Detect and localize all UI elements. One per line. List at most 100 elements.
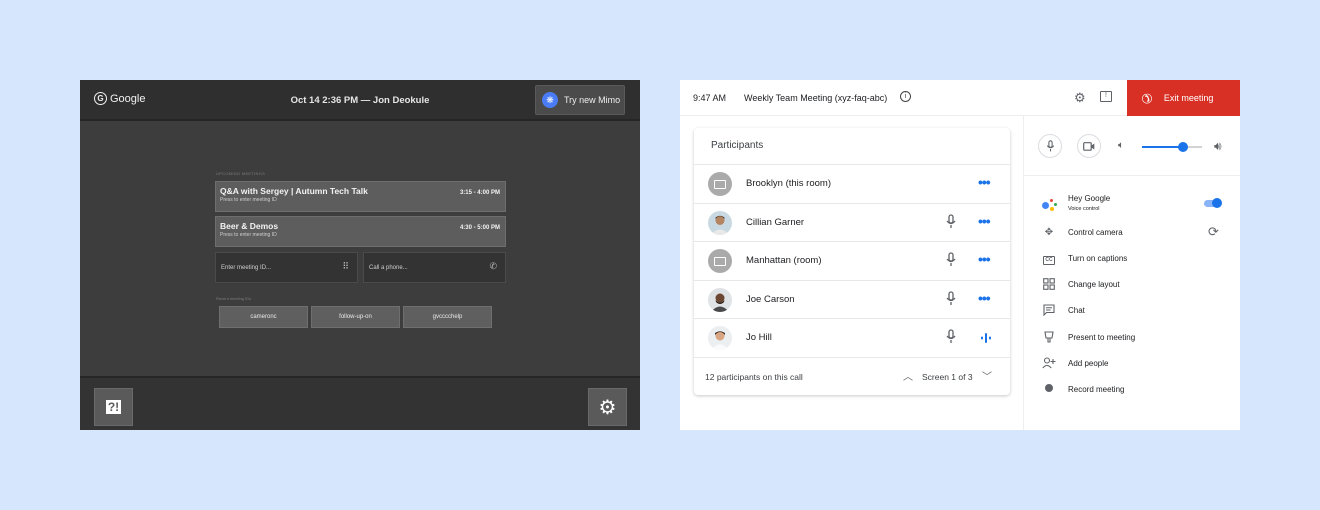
chevron-up-icon[interactable]: ︿ <box>903 368 913 383</box>
captions-item[interactable]: CC Turn on captions <box>1024 247 1240 271</box>
menu-label: Chat <box>1068 306 1085 315</box>
captions-icon: CC <box>1042 252 1056 266</box>
mic-icon[interactable] <box>946 290 956 307</box>
hey-google-item[interactable]: Hey Google Voice control <box>1024 192 1240 216</box>
meeting-card[interactable]: Beer & Demos Press to enter meeting ID 4… <box>215 216 506 247</box>
menu-label: Record meeting <box>1068 385 1125 394</box>
try-mimo-button[interactable]: ❋ Try new Mimo <box>535 85 625 115</box>
recent-id-chip[interactable]: gvcccchelp <box>403 306 492 328</box>
meeting-id-placeholder: Enter meeting ID... <box>221 265 272 271</box>
more-options-icon[interactable]: ••• <box>978 291 991 305</box>
chat-icon <box>1042 304 1056 318</box>
gear-icon[interactable]: ⚙ <box>1074 90 1086 106</box>
add-person-icon <box>1042 357 1056 371</box>
participant-name: Cillian Garner <box>746 216 805 228</box>
meeting-title: Beer & Demos <box>220 221 279 231</box>
meeting-id-input[interactable]: Enter meeting ID... ⠿ <box>215 252 358 283</box>
recent-id-chip[interactable]: follow-up-on <box>311 306 400 328</box>
exit-label: Exit meeting <box>1163 93 1214 103</box>
avatar <box>708 287 732 312</box>
meeting-subtitle: Press to enter meeting ID <box>220 197 277 203</box>
volume-slider[interactable] <box>1142 142 1202 152</box>
recent-ids-label: Recent meeting IDs <box>216 296 252 301</box>
avatar <box>708 326 732 350</box>
present-icon <box>1042 331 1056 345</box>
participants-footer: 12 participants on this call ︿ Screen 1 … <box>694 358 1010 396</box>
participants-title: Participants <box>694 128 1010 165</box>
legacy-meeting-panel: G Google Oct 14 2:36 PM — Jon Deokule ❋ … <box>80 80 640 430</box>
feedback-icon: ?! <box>105 400 122 414</box>
present-item[interactable]: Present to meeting <box>1024 326 1240 350</box>
participant-name: Manhattan (room) <box>746 255 822 266</box>
participants-count: 12 participants on this call <box>705 371 803 382</box>
meeting-time: 4:30 - 5:00 PM <box>459 225 500 231</box>
more-options-icon[interactable]: ••• <box>978 214 991 228</box>
volume-high-icon: 🔊︎ <box>1214 139 1222 153</box>
phone-icon: ✆ <box>489 261 497 271</box>
mimo-label: Try new Mimo <box>564 95 621 105</box>
exit-meeting-button[interactable]: ✆ Exit meeting <box>1127 80 1240 116</box>
participant-row[interactable]: Jo Hill <box>694 319 1010 358</box>
refresh-icon[interactable]: ⟳ <box>1208 224 1219 240</box>
participant-name: Joe Carson <box>746 293 795 305</box>
feedback-icon[interactable]: ! <box>1100 91 1112 102</box>
menu-label: Hey Google <box>1068 194 1111 203</box>
avatar <box>708 210 732 235</box>
meeting-card[interactable]: Q&A with Sergey | Autumn Tech Talk Press… <box>215 181 506 212</box>
mic-icon[interactable] <box>946 213 956 230</box>
record-meeting-item[interactable]: Record meeting <box>1024 378 1240 402</box>
room-avatar <box>708 172 732 196</box>
participant-row[interactable]: Joe Carson ••• <box>694 281 1010 319</box>
menu-sublabel: Voice control <box>1068 206 1100 212</box>
clock: 9:47 AM <box>693 93 727 103</box>
phone-input[interactable]: Call a phone... ✆ <box>363 252 506 283</box>
volume-low-icon: 🔈︎ <box>1118 140 1124 151</box>
meeting-subtitle: Press to enter meeting ID <box>220 232 277 238</box>
menu-label: Turn on captions <box>1068 254 1128 263</box>
layout-icon <box>1042 278 1056 292</box>
keypad-icon: ⠿ <box>342 261 349 271</box>
menu-label: Change layout <box>1068 280 1120 289</box>
mic-icon[interactable] <box>946 329 956 345</box>
participant-name: Brooklyn (this room) <box>746 178 831 189</box>
chat-item[interactable]: Chat <box>1024 299 1240 323</box>
mic-toggle-button[interactable] <box>1038 134 1062 158</box>
gear-icon: ⚙ <box>598 396 617 419</box>
more-options-icon[interactable]: ••• <box>978 252 991 266</box>
feedback-button[interactable]: ?! <box>94 388 133 426</box>
control-camera-item[interactable]: ✥ Control camera ⟳ <box>1024 221 1240 245</box>
legacy-header: G Google Oct 14 2:36 PM — Jon Deokule ❋ … <box>80 80 640 121</box>
camera-control-icon: ✥ <box>1044 227 1054 238</box>
settings-button[interactable]: ⚙ <box>588 388 627 426</box>
more-options-icon[interactable]: ••• <box>978 175 991 189</box>
paw-icon: ❋ <box>542 92 558 108</box>
participants-card: Participants Brooklyn (this room) ••• Ci… <box>694 128 1010 395</box>
participant-row[interactable]: Manhattan (room) ••• <box>694 242 1010 281</box>
add-people-item[interactable]: Add people <box>1024 352 1240 376</box>
meeting-title: Q&A with Sergey | Autumn Tech Talk <box>220 186 368 196</box>
chevron-down-icon[interactable]: ﹀ <box>982 368 992 383</box>
new-meeting-panel: 9:47 AM Weekly Team Meeting (xyz-faq-abc… <box>680 80 1240 430</box>
meeting-time: 3:15 - 4:00 PM <box>459 190 500 196</box>
screen-indicator: Screen 1 of 3 <box>922 371 973 382</box>
record-icon <box>1042 383 1056 397</box>
change-layout-item[interactable]: Change layout <box>1024 273 1240 297</box>
recent-id-chip[interactable]: cameronc <box>219 306 308 328</box>
hey-google-toggle[interactable] <box>1204 198 1222 208</box>
phone-placeholder: Call a phone... <box>369 265 408 271</box>
menu-label: Add people <box>1068 359 1109 368</box>
info-icon[interactable]: i <box>900 91 911 102</box>
participant-row[interactable]: Brooklyn (this room) ••• <box>694 165 1010 204</box>
upcoming-label: UPCOMING MEETINGS <box>216 171 266 176</box>
mic-icon <box>1046 139 1054 151</box>
camera-toggle-button[interactable] <box>1077 134 1101 158</box>
menu-label: Present to meeting <box>1068 333 1136 342</box>
audio-video-controls: 🔈︎ 🔊︎ <box>1024 116 1240 176</box>
volume-slider-fill <box>1142 146 1183 148</box>
meeting-header: 9:47 AM Weekly Team Meeting (xyz-faq-abc… <box>680 80 1240 116</box>
mic-icon[interactable] <box>946 252 956 268</box>
room-avatar <box>708 249 732 273</box>
legacy-footer: ?! ⚙ <box>80 376 640 430</box>
participant-row[interactable]: Cillian Garner ••• <box>694 204 1010 242</box>
volume-slider-handle[interactable] <box>1177 142 1188 152</box>
